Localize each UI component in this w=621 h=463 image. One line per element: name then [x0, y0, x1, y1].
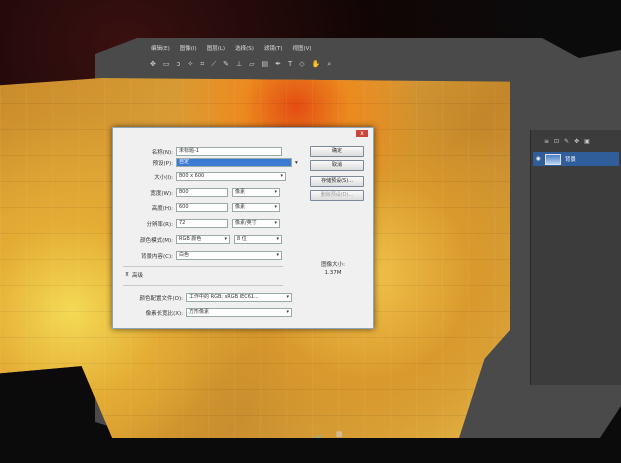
height-unit-select[interactable]: 像素 ▾ [232, 203, 280, 212]
menu-select[interactable]: 选择(S) [234, 44, 255, 52]
height-label: 高度(H): [151, 205, 173, 212]
move-lock-icon[interactable]: ✥ [574, 138, 579, 145]
pen-icon[interactable]: ✒ [275, 60, 281, 68]
zoom-icon[interactable]: ⌕ [327, 60, 331, 69]
bit-depth-select[interactable]: 8 位 ▾ [234, 235, 282, 244]
background-value: 白色 [179, 252, 190, 258]
advanced-label: 高级 [132, 273, 144, 279]
chevron-down-icon: ▾ [224, 236, 227, 242]
eyedropper-icon[interactable]: ⟋ [211, 60, 216, 69]
text-icon[interactable]: T [288, 60, 292, 68]
preset-select[interactable]: 自定 [176, 158, 292, 167]
cancel-button[interactable]: 取消 [310, 160, 364, 171]
width-field[interactable]: 800 [176, 188, 228, 197]
stamp-icon[interactable]: ⊥ [236, 60, 242, 68]
profile-select[interactable]: 工作中的 RGB: sRGB IEC61... ▾ [186, 293, 292, 302]
resolution-unit-select[interactable]: 像素/英寸 ▾ [232, 219, 280, 228]
options-toolbar: ✥ ▭ ↄ ✧ ⌗ ⟋ ✎ ⊥ ▱ ▤ ✒ T ◇ ✋ ⌕ [150, 57, 440, 71]
background-label: 背景内容(C): [141, 253, 173, 260]
taskbar-icon[interactable]: ▦ [336, 430, 343, 438]
layer-thumbnail [544, 153, 561, 165]
width-unit: 像素 [235, 189, 246, 195]
chevron-down-icon: ▾ [286, 294, 289, 300]
resolution-field[interactable]: 72 [176, 219, 228, 228]
profile-label: 颜色配置文件(O): [139, 295, 183, 302]
move-icon[interactable]: ✥ [150, 60, 156, 68]
size-select[interactable]: 800 x 600 ▾ [176, 172, 286, 181]
width-label: 宽度(W): [150, 190, 173, 197]
wand-icon[interactable]: ✧ [187, 60, 193, 68]
hand-icon[interactable]: ✋ [312, 60, 321, 68]
aspect-value: 方形像素 [189, 309, 210, 315]
gradient-icon[interactable]: ▤ [261, 60, 268, 68]
brush-icon[interactable]: ✎ [223, 60, 229, 68]
layer-name: 背景 [564, 157, 576, 163]
taskbar-app-icon[interactable]: ◡ [314, 430, 322, 440]
lasso-icon[interactable]: ↄ [177, 60, 181, 68]
chevron-down-icon[interactable]: ▾ [295, 160, 298, 166]
name-field[interactable]: 未标题-1 [176, 147, 282, 156]
size-label: 大小(I): [154, 174, 173, 181]
lock-all-icon[interactable]: ▣ [584, 138, 590, 145]
menu-bar: 编辑(E) 图像(I) 图层(L) 选择(S) 滤镜(T) 视图(V) [150, 41, 313, 55]
menu-filter[interactable]: 滤镜(T) [263, 44, 284, 52]
resolution-label: 分辨率(R): [146, 221, 173, 228]
lock-icon[interactable]: ⊡ [554, 138, 559, 145]
name-label: 名称(N): [151, 149, 173, 156]
divider [123, 285, 283, 286]
eraser-icon[interactable]: ▱ [249, 60, 254, 68]
close-icon[interactable]: x [356, 130, 368, 137]
chevron-down-icon: ▾ [274, 189, 277, 195]
color-mode-label: 颜色模式(M): [140, 237, 173, 244]
advanced-toggle[interactable]: ⊼ 高级 [125, 271, 143, 279]
chevron-down-icon: ▾ [274, 204, 277, 210]
aspect-label: 像素长宽比(X): [145, 310, 183, 317]
shape-icon[interactable]: ◇ [299, 60, 304, 68]
new-document-dialog: x 名称(N): 未标题-1 预设(P): 自定 ▾ 大小(I): 800 x … [112, 127, 374, 329]
width-unit-select[interactable]: 像素 ▾ [232, 188, 280, 197]
divider [123, 266, 283, 267]
size-value: 800 x 600 [179, 173, 205, 179]
color-mode-value: RGB 颜色 [179, 236, 202, 242]
layer-row-background[interactable]: ◉ 背景 [533, 152, 619, 166]
chevron-down-icon: ▾ [280, 173, 283, 179]
menu-layer[interactable]: 图层(L) [206, 44, 226, 52]
chevron-down-icon: ▾ [274, 220, 277, 226]
delete-preset-button[interactable]: 删除预设(D)... [310, 190, 364, 201]
panel-menu-icon[interactable]: ≡ [544, 138, 549, 145]
panel-toolbar: ≡ ⊡ ✎ ✥ ▣ [544, 138, 590, 145]
bit-depth-value: 8 位 [237, 236, 247, 242]
menu-edit[interactable]: 编辑(E) [150, 44, 171, 52]
resolution-unit: 像素/英寸 [235, 220, 257, 226]
crop-icon[interactable]: ⌗ [200, 60, 204, 69]
menu-view[interactable]: 视图(V) [292, 44, 313, 52]
chevron-down-icon: ▾ [276, 236, 279, 242]
height-field[interactable]: 600 [176, 203, 228, 212]
menu-image[interactable]: 图像(I) [179, 44, 198, 52]
layers-panel [530, 130, 621, 385]
brush-lock-icon[interactable]: ✎ [564, 138, 569, 145]
chevron-down-icon: ⊼ [125, 272, 130, 278]
preset-value: 自定 [179, 159, 190, 165]
aspect-select[interactable]: 方形像素 ▾ [186, 308, 292, 317]
eye-icon[interactable]: ◉ [536, 156, 541, 162]
chevron-down-icon: ▾ [276, 252, 279, 258]
image-size-value: 1.37M [324, 270, 342, 276]
save-preset-button[interactable]: 存储预设(S)... [310, 176, 364, 187]
height-unit: 像素 [235, 204, 246, 210]
color-mode-select[interactable]: RGB 颜色 ▾ [176, 235, 230, 244]
marquee-icon[interactable]: ▭ [163, 60, 170, 68]
profile-value: 工作中的 RGB: sRGB IEC61... [189, 294, 259, 300]
ok-button[interactable]: 确定 [310, 146, 364, 157]
chevron-down-icon: ▾ [286, 309, 289, 315]
preset-label: 预设(P): [152, 160, 173, 167]
image-size-label: 图像大小: [321, 262, 345, 268]
background-select[interactable]: 白色 ▾ [176, 251, 282, 260]
